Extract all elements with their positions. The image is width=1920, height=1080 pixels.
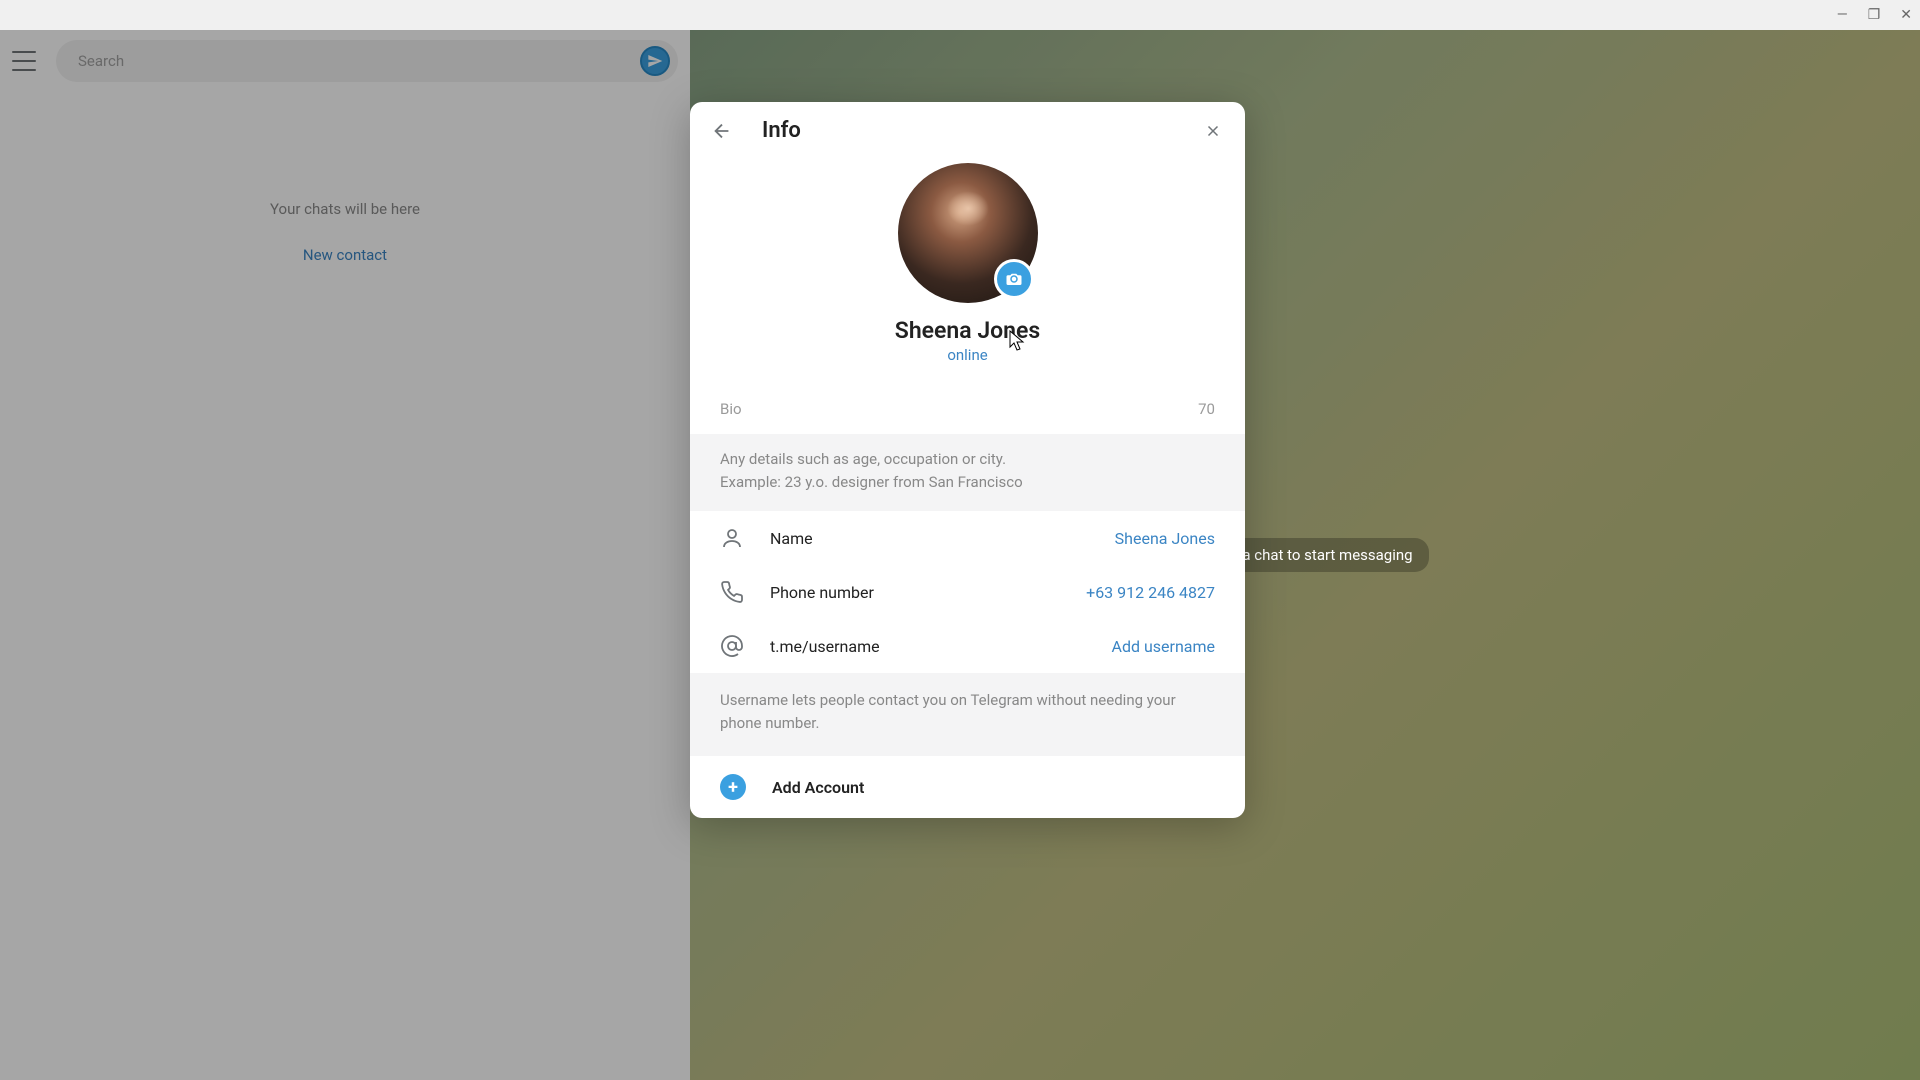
add-account-button[interactable]: + Add Account: [690, 756, 1245, 818]
name-row[interactable]: Name Sheena Jones: [690, 511, 1245, 565]
minimize-button[interactable]: —: [1837, 7, 1848, 23]
username-row[interactable]: t.me/username Add username: [690, 619, 1245, 673]
username-hint: Username lets people contact you on Tele…: [690, 673, 1245, 756]
name-value: Sheena Jones: [1115, 529, 1215, 548]
camera-icon[interactable]: [994, 259, 1034, 299]
plus-icon: +: [720, 774, 746, 800]
phone-value: +63 912 246 4827: [1086, 583, 1215, 602]
modal-title: Info: [762, 118, 1173, 143]
maximize-button[interactable]: ❐: [1868, 7, 1881, 23]
phone-row[interactable]: Phone number +63 912 246 4827: [690, 565, 1245, 619]
window-close-button[interactable]: ✕: [1900, 7, 1912, 23]
back-button[interactable]: [710, 119, 734, 143]
bio-hint: Any details such as age, occupation or c…: [690, 434, 1245, 511]
profile-name: Sheena Jones: [710, 317, 1225, 344]
person-icon: [720, 526, 744, 550]
close-icon[interactable]: [1201, 119, 1225, 143]
phone-label: Phone number: [770, 583, 1060, 602]
add-account-label: Add Account: [772, 778, 864, 797]
profile-status: online: [710, 346, 1225, 364]
info-modal: Info Sheena Jones online Bio 70 Any deta…: [690, 102, 1245, 818]
chat-sidebar: Your chats will be here New contact: [0, 30, 690, 1080]
bio-label: Bio: [720, 400, 742, 418]
bio-char-count: 70: [1198, 400, 1215, 418]
username-label: t.me/username: [770, 637, 1086, 656]
name-label: Name: [770, 529, 1089, 548]
sidebar-dim-overlay: [0, 30, 690, 1080]
phone-icon: [720, 580, 744, 604]
at-icon: [720, 634, 744, 658]
bio-field[interactable]: Bio 70: [690, 386, 1245, 434]
window-titlebar: — ❐ ✕: [0, 0, 1920, 30]
username-value: Add username: [1112, 637, 1216, 656]
